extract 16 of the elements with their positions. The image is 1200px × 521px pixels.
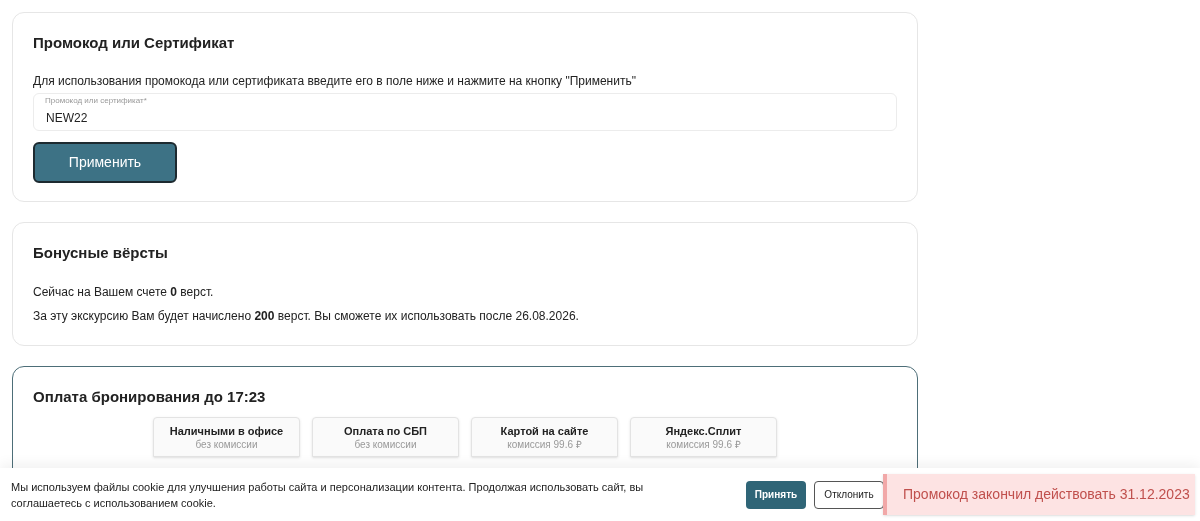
section-title: Оплата бронирования до 17:23 xyxy=(33,387,267,407)
payment-option[interactable]: Наличными в офисе без комиссии xyxy=(153,417,300,457)
section-title: Промокод или Сертификат xyxy=(33,33,236,53)
payment-option[interactable]: Картой на сайте комиссия 99.6 ₽ xyxy=(471,417,618,457)
error-toast: Промокод закончил действовать 31.12.2023 xyxy=(883,474,1195,515)
decline-button[interactable]: Отклонить xyxy=(814,480,884,509)
bonus-text: Сейчас на Вашем счете 0 верст. xyxy=(33,284,215,301)
payment-option[interactable]: Оплата по СБП без комиссии xyxy=(312,417,459,457)
field-label: Промокод или сертификат* xyxy=(45,96,147,106)
hint-text: Для использования промокода или сертификата введите его в поле ниже и нажмите на кнопку "Применить" xyxy=(33,73,637,89)
apply-button[interactable]: Применить xyxy=(33,142,177,183)
accept-button[interactable]: Принять xyxy=(746,480,806,509)
payment-option[interactable]: Яндекс.Сплит комиссия 99.6 ₽ xyxy=(630,417,777,457)
section-title: Бонусные вёрсты xyxy=(33,243,169,263)
bonus-text: За эту экскурсию Вам будет начислено 200 верст. Вы сможете их использовать после 26.08.2026. xyxy=(33,308,580,325)
cookie-text: Мы используем файлы cookie для улучшения работы сайта и персонализации контента. Продолжая использовать сайт, вы соглашаетесь с использованием cookie. xyxy=(11,479,645,511)
